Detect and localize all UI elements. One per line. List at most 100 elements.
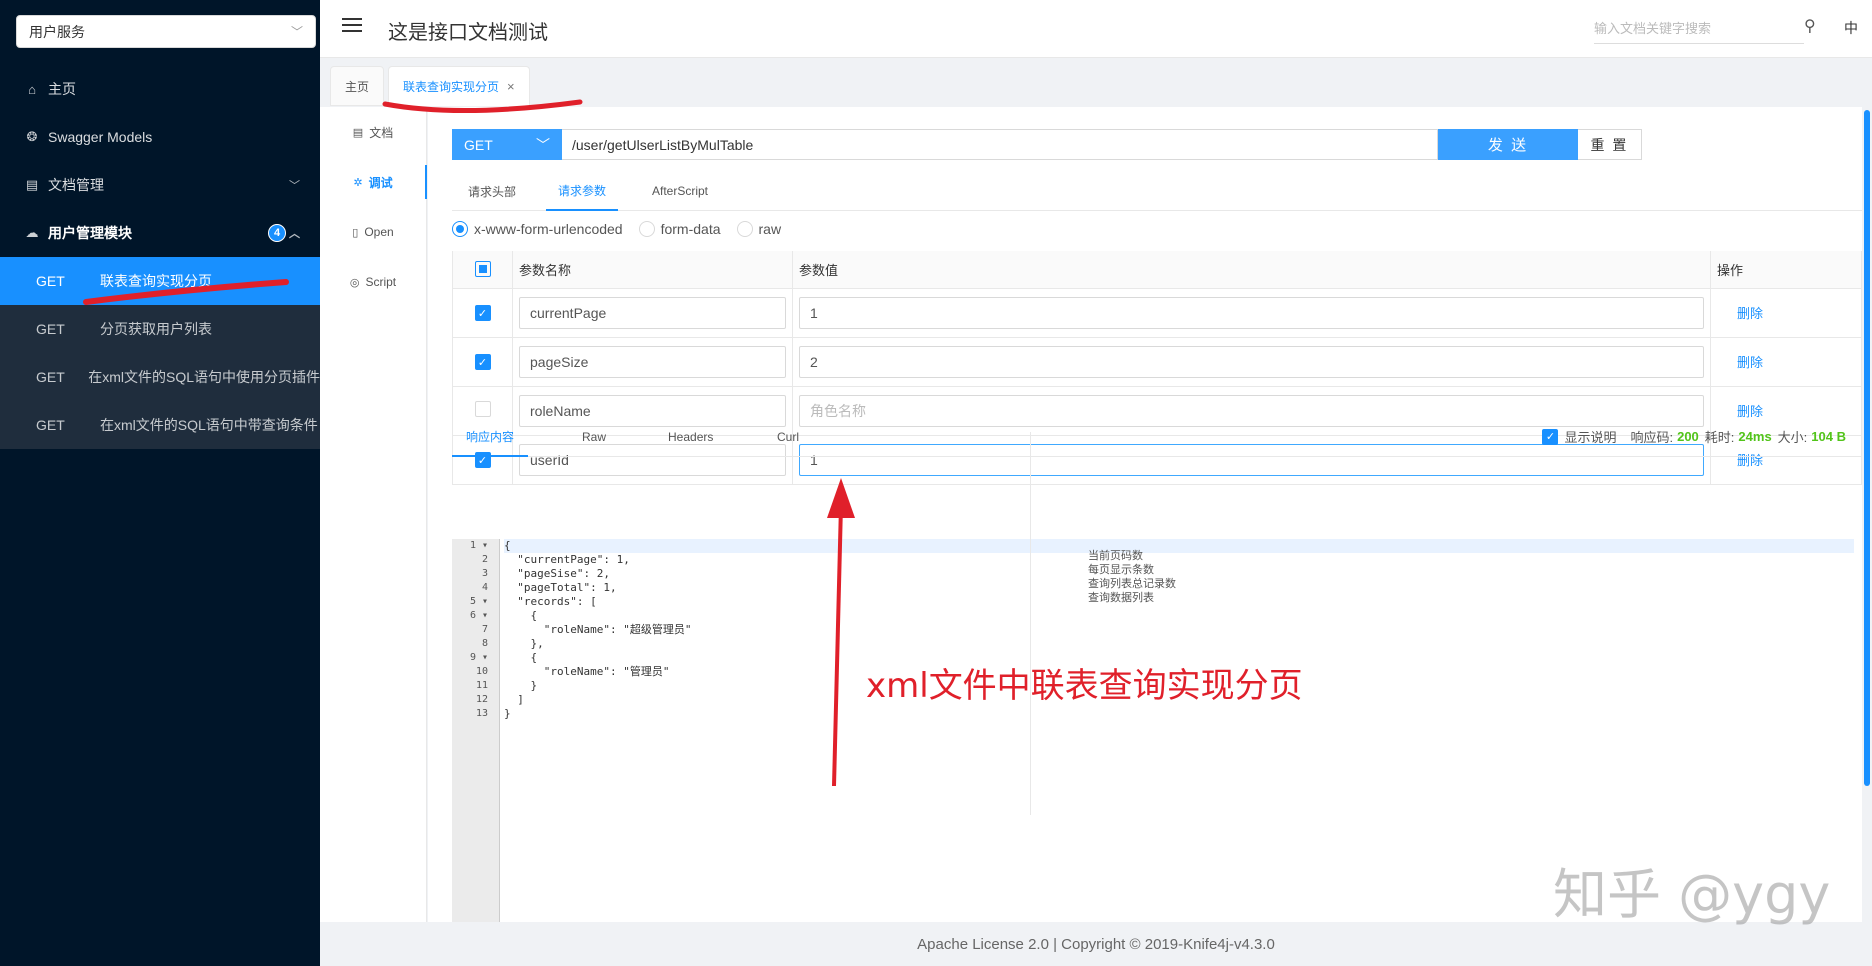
count-badge: 4 (268, 224, 286, 242)
row-checkbox[interactable]: ✓ (474, 305, 491, 322)
doc-icon: ▤ (352, 126, 364, 139)
response-info: ✓ 显示说明 响应码: 200 耗时: 24ms 大小: 104 B (1542, 427, 1852, 446)
select-all-checkbox[interactable] (474, 261, 491, 278)
tab-request-params[interactable]: 请求参数 (546, 171, 619, 211)
service-select-value: 用户服务 (29, 23, 85, 40)
endpoint-method: GET (36, 321, 65, 337)
endpoint-item[interactable]: GET 联表查询实现分页 (0, 257, 320, 305)
annotation-text: xml文件中联表查询实现分页 (866, 666, 1303, 706)
tab-response-content[interactable]: 响应内容 (452, 417, 529, 457)
home-icon: ⌂ (28, 81, 36, 97)
send-button[interactable]: 发 送 (1438, 129, 1578, 160)
delete-link[interactable]: 删除 (1717, 355, 1763, 370)
endpoint-item[interactable]: GET 分页获取用户列表 (0, 305, 320, 353)
code-line: 3 "pageSise": 2, (481, 567, 610, 580)
subnav-script[interactable]: ◎ Script (320, 257, 426, 307)
code-line: 4 "pageTotal": 1, (481, 581, 617, 594)
script-icon: ◎ (349, 276, 360, 289)
radio-label: x-www-form-urlencoded (474, 221, 623, 237)
code-line: 13} (475, 707, 511, 720)
radio-form-data[interactable]: form-data (638, 221, 721, 237)
reset-button[interactable]: 重 置 (1578, 129, 1642, 160)
delete-link[interactable]: 删除 (1717, 306, 1763, 321)
show-desc-checkbox[interactable]: ✓ (1542, 428, 1559, 445)
radio-circle (638, 221, 655, 237)
method-value: GET (464, 136, 493, 153)
search-box (1594, 14, 1804, 44)
field-descriptions: 当前页码数 每页显示条数 查询列表总记录数 查询数据列表 (1088, 549, 1176, 605)
language-switch[interactable]: 中 (1844, 18, 1858, 38)
response-time: 24ms (1738, 429, 1772, 444)
radio-circle (452, 221, 468, 237)
tab-current-endpoint[interactable]: 联表查询实现分页 × (388, 66, 530, 106)
radio-label: raw (758, 221, 782, 237)
close-icon[interactable]: × (507, 79, 515, 94)
method-select[interactable]: GET ﹀ (452, 129, 562, 160)
service-select[interactable]: 用户服务 ﹀ (16, 15, 316, 48)
sidebar-item-home[interactable]: ⌂ 主页 (0, 65, 320, 113)
show-desc-label: 显示说明 (1564, 430, 1617, 445)
chevron-down-icon: ﹀ (289, 180, 300, 192)
endpoint-label: 联表查询实现分页 (100, 273, 212, 289)
column-header: 参数名称 (512, 251, 793, 289)
chevron-up-icon: ︿ (289, 228, 300, 240)
param-value-input[interactable] (799, 296, 1704, 329)
field-description: 查询数据列表 (1088, 592, 1154, 604)
subnav-label: Script (365, 275, 397, 289)
subnav-open[interactable]: ▯ Open (320, 207, 426, 257)
tab-afterscript[interactable]: AfterScript (652, 171, 708, 211)
select-all-cell (452, 251, 513, 289)
subnav-label: Open (364, 225, 394, 239)
tab-response-raw[interactable]: Raw (582, 417, 606, 457)
sidebar-item-label: Swagger Models (48, 129, 153, 145)
subnav-doc[interactable]: ▤ 文档 (320, 107, 426, 157)
subnav-debug[interactable]: ✲ 调试 (320, 157, 427, 207)
cloud-icon: ☁ (25, 225, 39, 240)
menu-toggle-icon[interactable] (342, 18, 362, 38)
row-checkbox[interactable] (474, 401, 491, 417)
table-row: ✓ 删除 (452, 288, 1862, 338)
row-checkbox[interactable]: ✓ (474, 354, 491, 371)
endpoint-item[interactable]: GET 在xml文件的SQL语句中使用分页插件 (0, 353, 320, 401)
tab-request-headers[interactable]: 请求头部 (468, 171, 516, 211)
content-type-radios: x-www-form-urlencoded form-data raw (452, 221, 797, 237)
endpoint-label: 分页获取用户列表 (100, 321, 212, 337)
endpoint-method: GET (36, 417, 65, 433)
url-input[interactable]: /user/getUlserListByMulTable (562, 129, 1438, 160)
scrollbar-thumb[interactable] (1864, 110, 1870, 786)
top-header: 这是接口文档测试 ⚲ 中 (320, 0, 1872, 58)
sidebar-item-user-module[interactable]: ☁ 用户管理模块 4 ︿ (0, 209, 320, 257)
sidebar-item-doc-management[interactable]: ▤ 文档管理 ﹀ (0, 161, 320, 209)
radio-urlencoded[interactable]: x-www-form-urlencoded (452, 221, 623, 237)
endpoint-method: GET (36, 273, 65, 289)
endpoint-item[interactable]: GET 在xml文件的SQL语句中带查询条件 (0, 401, 320, 449)
sidebar: 用户服务 ﹀ ⌂ 主页 ❂ Swagger Models ▤ 文档管理 ﹀ ☁ … (0, 0, 320, 966)
radio-circle (736, 221, 753, 237)
radio-label: form-data (660, 221, 721, 237)
status-code-label: 响应码: (1630, 430, 1674, 445)
subnav-label: 文档 (369, 125, 394, 140)
search-icon[interactable]: ⚲ (1804, 16, 1816, 36)
code-line: 7 "roleName": "超级管理员" (481, 623, 692, 636)
search-input[interactable] (1594, 14, 1794, 42)
sidebar-item-swagger-models[interactable]: ❂ Swagger Models (0, 113, 320, 161)
page-tabs: 主页 联表查询实现分页 × (320, 59, 1872, 107)
bug-icon: ✲ (353, 176, 363, 189)
tab-response-headers[interactable]: Headers (668, 417, 713, 457)
scrollbar[interactable] (1862, 107, 1872, 922)
sidebar-menu: ⌂ 主页 ❂ Swagger Models ▤ 文档管理 ﹀ ☁ 用户管理模块 … (0, 65, 320, 449)
param-name-input[interactable] (519, 296, 786, 329)
doc-subnav: ▤ 文档 ✲ 调试 ▯ Open ◎ Script (320, 107, 427, 922)
response-tabs: 响应内容 Raw Headers Curl ✓ 显示说明 响应码: 200 耗时… (452, 417, 1862, 457)
status-code: 200 (1677, 429, 1699, 444)
column-separator (1030, 432, 1031, 815)
param-value-input[interactable] (799, 345, 1704, 378)
code-line: 6 ▾ { (469, 609, 538, 622)
radio-raw[interactable]: raw (736, 221, 782, 237)
endpoint-label: 在xml文件的SQL语句中使用分页插件 (88, 369, 320, 385)
sidebar-item-label: 主页 (48, 81, 76, 97)
param-name-input[interactable] (519, 345, 786, 378)
tab-response-curl[interactable]: Curl (777, 417, 799, 457)
tab-label: 主页 (345, 79, 370, 94)
tab-home[interactable]: 主页 (330, 66, 385, 106)
